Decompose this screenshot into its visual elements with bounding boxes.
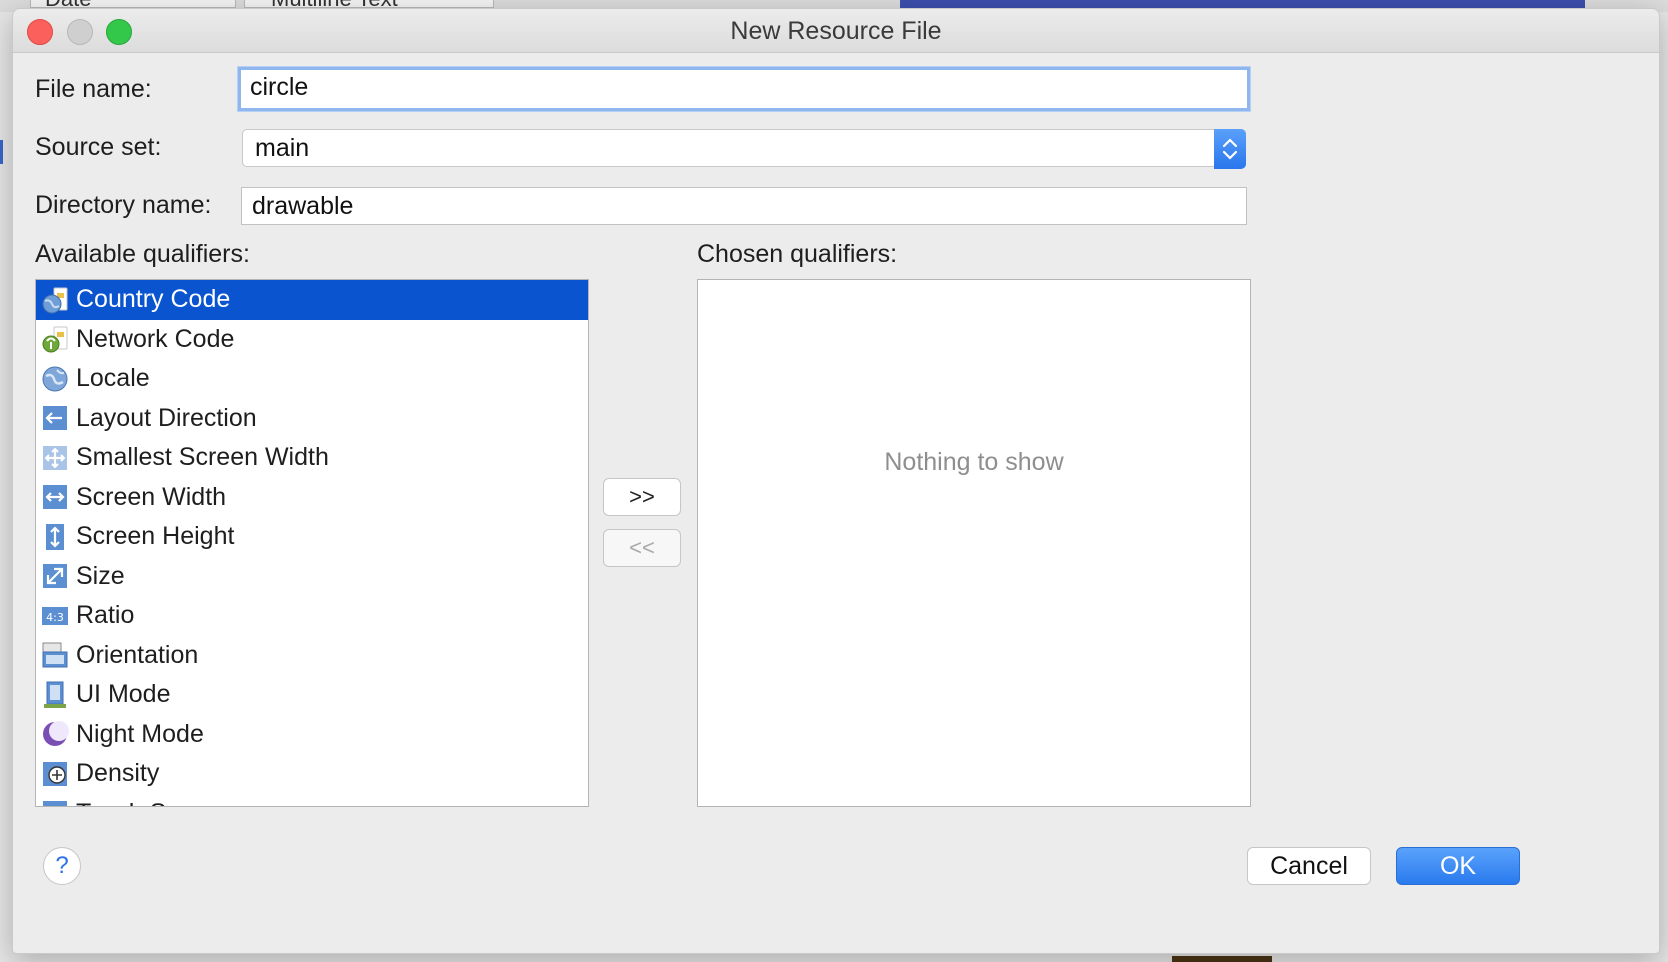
arrow-left-icon xyxy=(40,403,70,433)
available-qualifiers-list[interactable]: Country Code Network Code Locale Layout Dir… xyxy=(35,279,589,807)
qualifier-item-label: Network Code xyxy=(76,324,235,353)
qualifier-item-label: Night Mode xyxy=(76,719,204,748)
orientation-icon xyxy=(40,640,70,670)
file-name-input[interactable]: circle xyxy=(238,67,1250,111)
qualifier-item-locale[interactable]: Locale xyxy=(36,359,588,399)
chosen-empty-text: Nothing to show xyxy=(884,448,1064,476)
qualifier-item-screen-width[interactable]: Screen Width xyxy=(36,478,588,518)
cancel-button[interactable]: Cancel xyxy=(1247,847,1371,885)
qualifier-item-label: Orientation xyxy=(76,640,199,669)
device-icon xyxy=(40,680,70,710)
qualifier-item-label: Locale xyxy=(76,364,150,393)
ok-button[interactable]: OK xyxy=(1396,847,1520,885)
add-qualifier-button[interactable]: >> xyxy=(603,478,681,516)
qualifier-item-label: Layout Direction xyxy=(76,403,257,432)
qualifier-item-label: UI Mode xyxy=(76,680,171,709)
chosen-qualifiers-list[interactable]: Nothing to show xyxy=(697,279,1251,807)
title-bar: New Resource File xyxy=(13,9,1659,53)
horizontal-arrows-icon xyxy=(40,482,70,512)
qualifier-item-density[interactable]: Density xyxy=(36,754,588,794)
globe-sim-icon xyxy=(40,285,70,315)
qualifier-item-size[interactable]: Size xyxy=(36,557,588,597)
source-set-select[interactable]: main xyxy=(242,129,1246,169)
source-set-value: main xyxy=(255,134,310,162)
qualifier-item-label: Smallest Screen Width xyxy=(76,443,329,472)
background-tab-date: Date xyxy=(30,0,236,11)
qualifier-item-smallest-screen-width[interactable]: Smallest Screen Width xyxy=(36,438,588,478)
svg-text:4:3: 4:3 xyxy=(46,611,64,624)
qualifier-item-touch-screen[interactable]: Touch Screen xyxy=(36,794,588,806)
chosen-qualifiers-label: Chosen qualifiers: xyxy=(697,240,898,268)
new-resource-file-dialog: New Resource File File name: circle Sour… xyxy=(12,8,1660,954)
qualifier-item-night-mode[interactable]: Night Mode xyxy=(36,715,588,755)
qualifier-item-layout-direction[interactable]: Layout Direction xyxy=(36,399,588,439)
file-name-label: File name: xyxy=(35,75,152,103)
qualifier-item-label: Touch Screen xyxy=(76,799,229,806)
vertical-arrows-icon xyxy=(40,522,70,552)
directory-name-input[interactable]: drawable xyxy=(241,187,1247,225)
qualifier-item-country-code[interactable]: Country Code xyxy=(36,280,588,320)
dialog-title: New Resource File xyxy=(730,17,942,45)
qualifier-item-orientation[interactable]: Orientation xyxy=(36,636,588,676)
updown-chevron-icon xyxy=(1222,138,1238,160)
globe-icon xyxy=(40,364,70,394)
background-blue-bar xyxy=(900,0,1585,8)
qualifier-item-network-code[interactable]: Network Code xyxy=(36,320,588,360)
available-qualifiers-label: Available qualifiers: xyxy=(35,240,250,268)
qualifier-item-ui-mode[interactable]: UI Mode xyxy=(36,675,588,715)
touch-hand-icon xyxy=(40,798,70,806)
qualifier-item-screen-height[interactable]: Screen Height xyxy=(36,517,588,557)
help-button[interactable]: ? xyxy=(43,847,81,885)
source-set-dropdown-button[interactable] xyxy=(1214,129,1246,169)
density-icon xyxy=(40,759,70,789)
source-set-label: Source set: xyxy=(35,133,162,161)
moon-icon xyxy=(40,719,70,749)
qualifier-item-label: Density xyxy=(76,759,160,788)
qualifier-item-label: Country Code xyxy=(76,285,231,314)
qualifier-item-label: Screen Height xyxy=(76,522,235,551)
network-antenna-icon xyxy=(40,324,70,354)
ratio-icon: 4:3 xyxy=(40,601,70,631)
background-tab-multiline: Multiline Text xyxy=(244,0,494,11)
qualifier-item-label: Size xyxy=(76,561,125,590)
directory-name-label: Directory name: xyxy=(35,191,212,219)
qualifier-item-label: Ratio xyxy=(76,601,135,630)
background-left-mark xyxy=(0,140,3,164)
remove-qualifier-button[interactable]: << xyxy=(603,529,681,567)
move-arrows-icon xyxy=(40,443,70,473)
diagonal-arrow-icon xyxy=(40,561,70,591)
background-brown-block xyxy=(1172,956,1272,962)
qualifier-item-label: Screen Width xyxy=(76,482,227,511)
qualifier-item-ratio[interactable]: 4:3 Ratio xyxy=(36,596,588,636)
